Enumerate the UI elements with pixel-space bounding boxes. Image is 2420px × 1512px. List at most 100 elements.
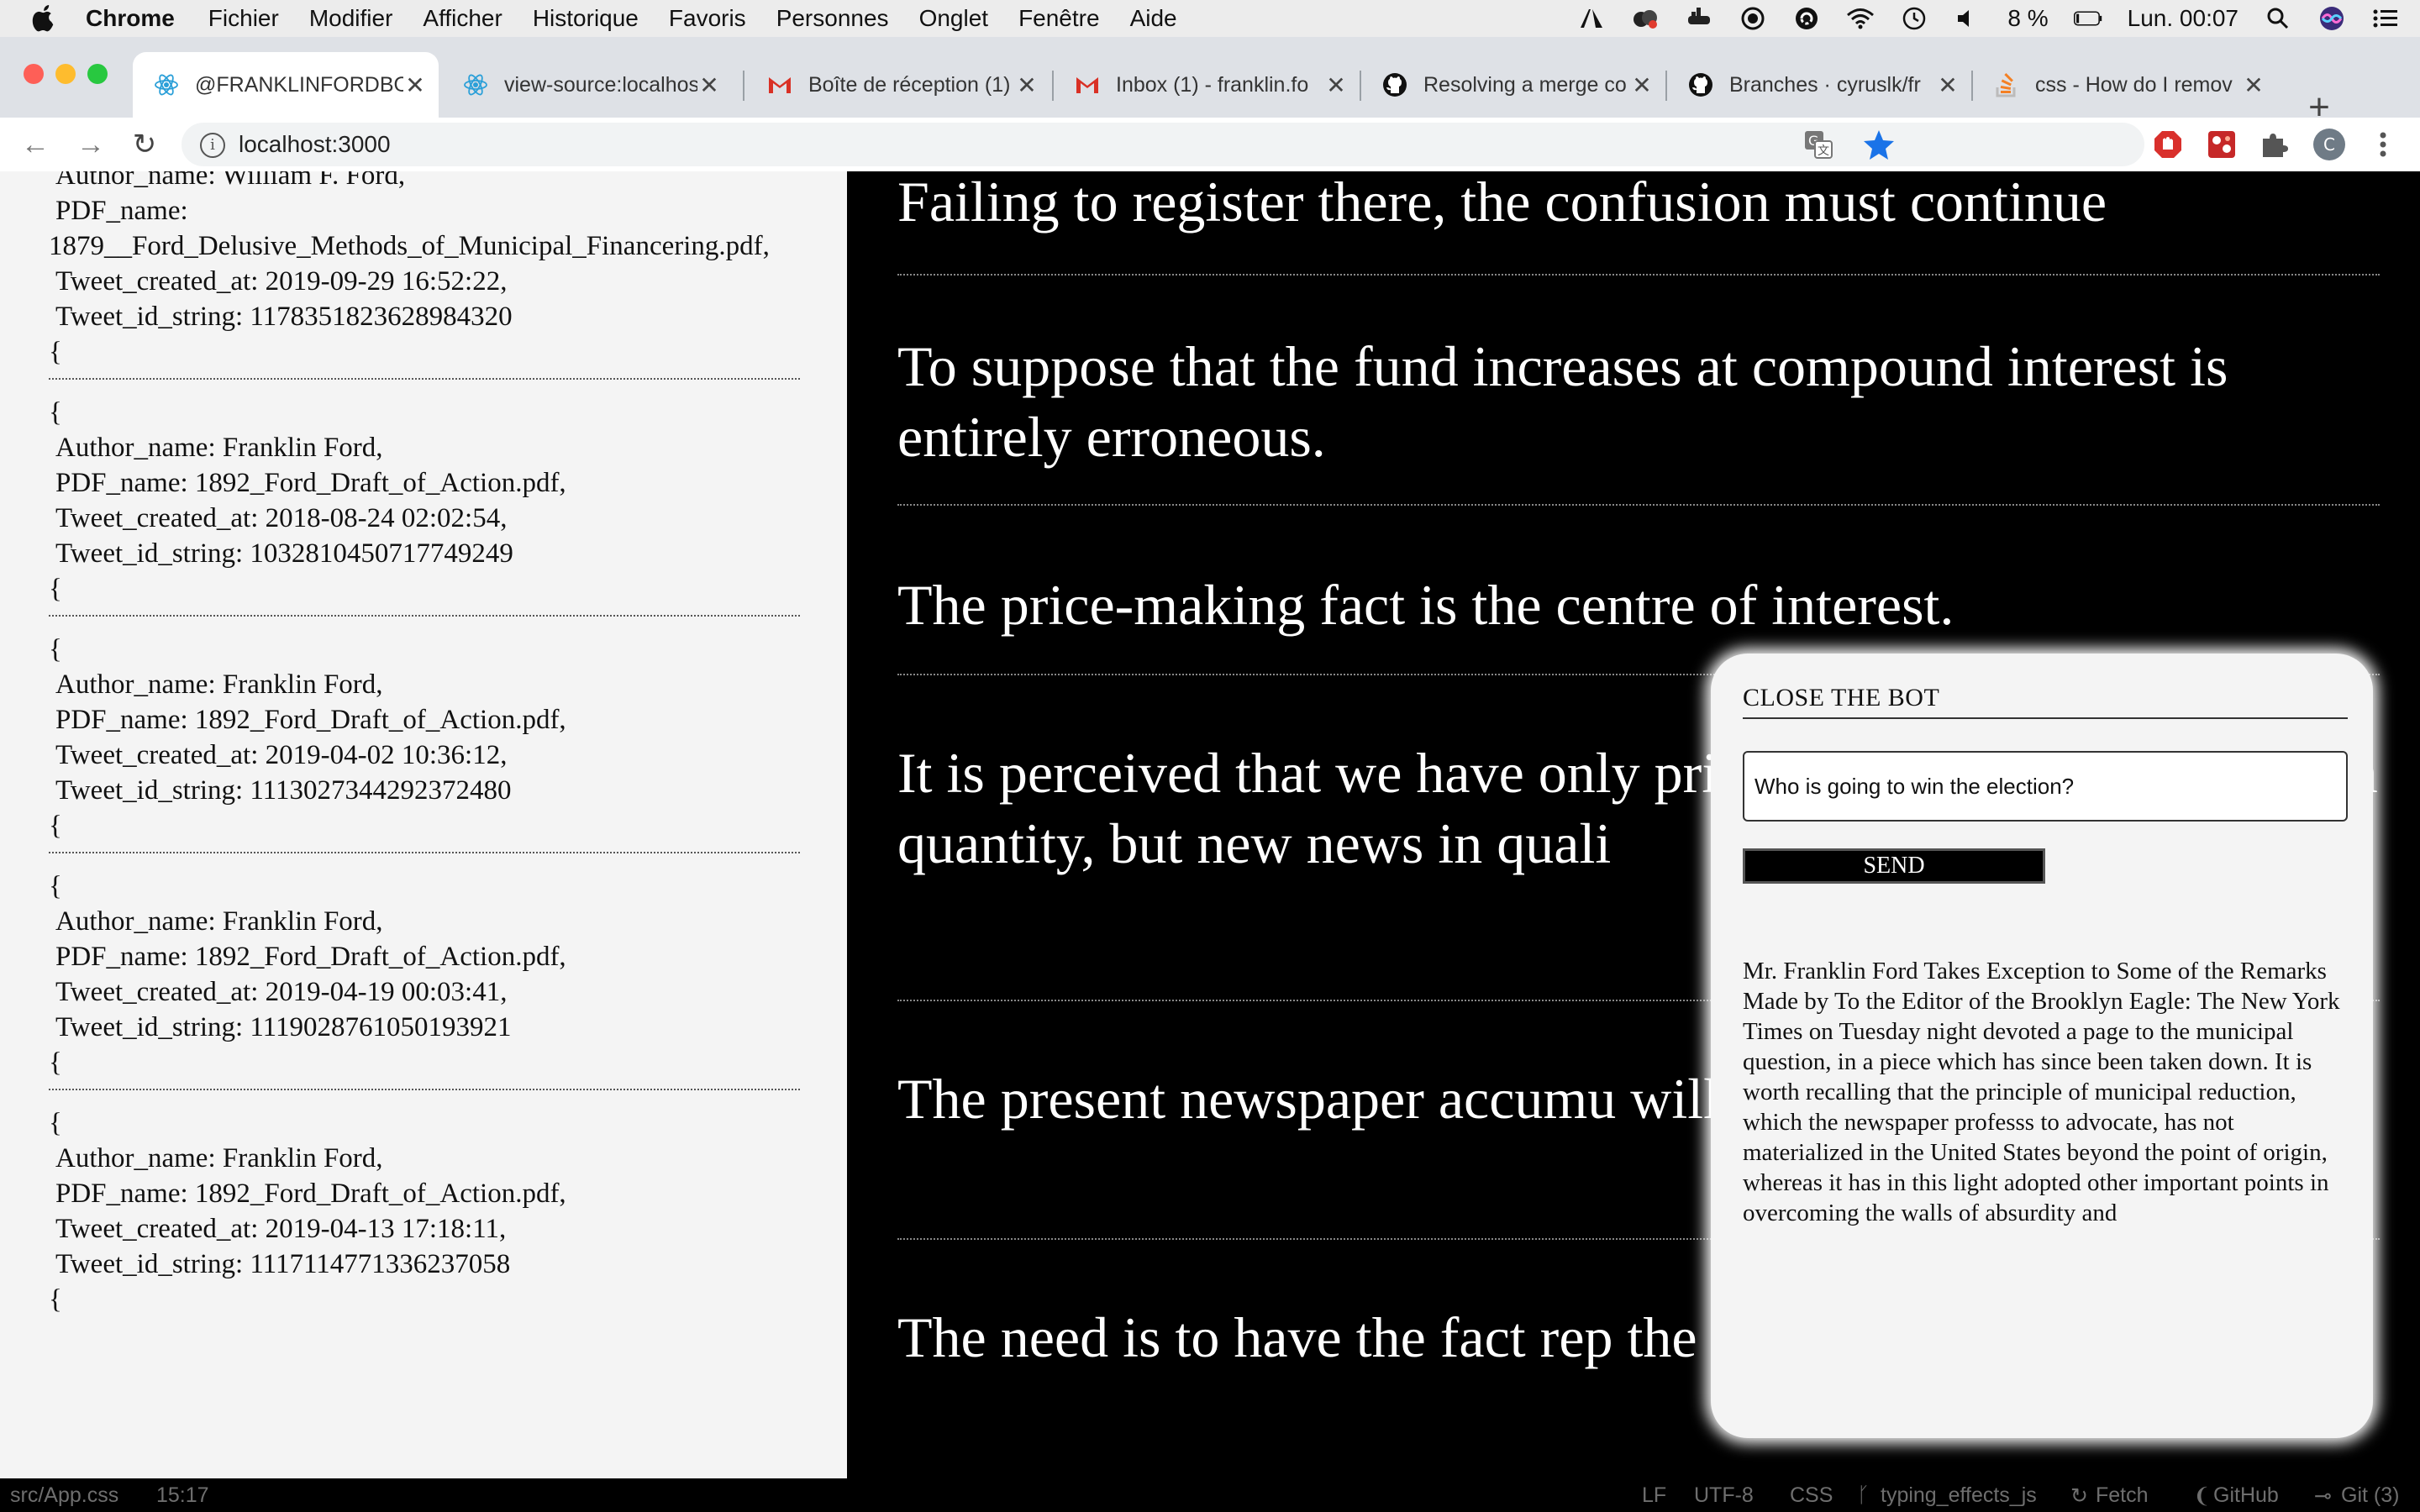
git-commit-icon: ⊸ bbox=[2314, 1484, 2332, 1508]
wifi-icon[interactable] bbox=[1846, 6, 1875, 31]
record-open-brace: { bbox=[49, 397, 62, 428]
tweet-record: Author_name: William F. Ford, PDF_name: … bbox=[49, 171, 800, 380]
menu-favoris[interactable]: Favoris bbox=[669, 5, 746, 32]
tab-gmail-inbox[interactable]: Inbox (1) - franklin.fo ✕ bbox=[1054, 52, 1360, 118]
menu-afficher[interactable]: Afficher bbox=[423, 5, 502, 32]
adobe-icon[interactable] bbox=[1577, 6, 1606, 31]
editor-status-bar: src/App.css 15:17 LF UTF-8 CSS ᚴ typing_… bbox=[0, 1478, 2420, 1512]
tab-gmail-boite[interactable]: Boîte de réception (1) ✕ bbox=[746, 52, 1050, 118]
creative-cloud-icon[interactable] bbox=[1631, 6, 1660, 31]
record-open-brace: { bbox=[49, 871, 62, 901]
close-bot-button[interactable]: CLOSE THE BOT bbox=[1743, 684, 2348, 719]
profile-avatar[interactable]: C bbox=[2311, 126, 2348, 163]
tab-frankline-bot[interactable]: @FRANKLINFORDBOT ✕ bbox=[133, 52, 439, 118]
gmail-icon bbox=[1074, 71, 1101, 98]
docker-icon[interactable] bbox=[1685, 6, 1713, 31]
menu-onglet[interactable]: Onglet bbox=[919, 5, 989, 32]
menu-chrome[interactable]: Chrome bbox=[86, 5, 175, 32]
record-pdf: 1879__Ford_Delusive_Methods_of_Municipal… bbox=[49, 231, 770, 261]
svg-text:C: C bbox=[2323, 134, 2335, 155]
chrome-menu-icon[interactable] bbox=[2365, 126, 2402, 163]
status-eol[interactable]: LF bbox=[1642, 1483, 1666, 1508]
battery-icon[interactable] bbox=[2073, 6, 2102, 31]
status-encoding[interactable]: UTF-8 bbox=[1694, 1483, 1754, 1508]
tab-title: css - How do I remov bbox=[2035, 72, 2233, 97]
record-author: Author_name: William F. Ford, bbox=[55, 171, 406, 191]
adblock-icon[interactable] bbox=[2149, 126, 2186, 163]
menu-modifier[interactable]: Modifier bbox=[309, 5, 393, 32]
record-pdf-label: PDF_name: bbox=[55, 196, 188, 226]
close-tab-icon[interactable]: ✕ bbox=[403, 71, 427, 99]
record-open-brace: { bbox=[49, 1108, 62, 1138]
extensions-puzzle-icon[interactable] bbox=[2255, 126, 2292, 163]
git-branch-icon: ᚴ bbox=[1857, 1483, 1870, 1507]
quote-text: To suppose that the fund increases at co… bbox=[897, 331, 2380, 506]
chatbot-panel: CLOSE THE BOT Who is going to win the el… bbox=[1711, 654, 2373, 1438]
status-github[interactable]: GitHub bbox=[2213, 1483, 2279, 1508]
status-file[interactable]: src/App.css bbox=[10, 1483, 118, 1508]
record-brace: { bbox=[49, 337, 62, 367]
close-tab-icon[interactable]: ✕ bbox=[2242, 71, 2265, 99]
record-icon[interactable] bbox=[1739, 6, 1767, 31]
forward-arrow-icon[interactable]: → bbox=[74, 128, 108, 161]
menu-historique[interactable]: Historique bbox=[533, 5, 639, 32]
tab-github-branches[interactable]: Branches · cyruslk/fr ✕ bbox=[1667, 52, 1971, 118]
record-id: Tweet_id_string: 1032810450717749249 bbox=[55, 538, 513, 569]
siri-icon[interactable] bbox=[2317, 6, 2346, 31]
address-bar[interactable]: i localhost:3000 G文 bbox=[182, 123, 2144, 166]
close-tab-icon[interactable]: ✕ bbox=[697, 71, 721, 99]
menu-extras: 8 % Lun. 00:07 bbox=[1577, 0, 2400, 37]
apple-icon[interactable] bbox=[32, 5, 57, 32]
back-arrow-icon[interactable]: ← bbox=[18, 128, 52, 161]
record-author: Author_name: Franklin Ford, bbox=[55, 906, 383, 937]
close-tab-icon[interactable]: ✕ bbox=[1015, 71, 1039, 99]
status-cursor-position[interactable]: 15:17 bbox=[156, 1483, 209, 1508]
close-tab-icon[interactable]: ✕ bbox=[1936, 71, 1960, 99]
menu-fichier[interactable]: Fichier bbox=[208, 5, 279, 32]
record-created: Tweet_created_at: 2018-08-24 02:02:54, bbox=[55, 503, 508, 533]
volume-icon[interactable] bbox=[1954, 6, 1982, 31]
clock[interactable]: Lun. 00:07 bbox=[2128, 5, 2238, 32]
menu-fenetre[interactable]: Fenêtre bbox=[1018, 5, 1100, 32]
tab-title: Inbox (1) - franklin.fo bbox=[1116, 72, 1309, 97]
status-fetch[interactable]: Fetch bbox=[2096, 1483, 2149, 1508]
minimize-window-button[interactable] bbox=[55, 64, 76, 84]
tab-github-merge[interactable]: Resolving a merge co ✕ bbox=[1361, 52, 1665, 118]
translate-icon[interactable]: G文 bbox=[1803, 129, 1833, 164]
record-created: Tweet_created_at: 2019-04-13 17:18:11, bbox=[55, 1214, 507, 1244]
send-button[interactable]: SEND bbox=[1743, 848, 2045, 884]
tab-view-source[interactable]: view-source:localhost ✕ bbox=[442, 52, 733, 118]
status-language[interactable]: CSS bbox=[1790, 1483, 1833, 1508]
menu-aide[interactable]: Aide bbox=[1130, 5, 1177, 32]
close-tab-icon[interactable]: ✕ bbox=[1630, 71, 1654, 99]
record-id: Tweet_id_string: 1113027344292372480 bbox=[55, 775, 512, 806]
menu-personnes[interactable]: Personnes bbox=[776, 5, 889, 32]
tweet-log-panel[interactable]: Author_name: William F. Ford, PDF_name: … bbox=[0, 171, 847, 1478]
record-author: Author_name: Franklin Ford, bbox=[55, 669, 383, 700]
status-git[interactable]: Git (3) bbox=[2341, 1483, 2399, 1508]
extension-red-icon[interactable] bbox=[2203, 126, 2240, 163]
time-machine-icon[interactable] bbox=[1900, 6, 1928, 31]
spotlight-search-icon[interactable] bbox=[2264, 6, 2292, 31]
bookmark-star-icon[interactable] bbox=[1862, 128, 1896, 165]
url-text[interactable]: localhost:3000 bbox=[239, 131, 391, 158]
record-created: Tweet_created_at: 2019-09-29 16:52:22, bbox=[55, 266, 508, 297]
record-pdf: PDF_name: 1892_Ford_Draft_of_Action.pdf, bbox=[55, 705, 566, 735]
close-tab-icon[interactable]: ✕ bbox=[1324, 71, 1348, 99]
github-icon bbox=[1687, 71, 1714, 98]
tab-title: @FRANKLINFORDBOT bbox=[195, 72, 403, 97]
zoom-window-button[interactable] bbox=[87, 64, 108, 84]
sync-icon[interactable] bbox=[1792, 6, 1821, 31]
reload-icon[interactable]: ↻ bbox=[128, 128, 161, 161]
tab-stackoverflow[interactable]: css - How do I remov ✕ bbox=[1973, 52, 2277, 118]
close-window-button[interactable] bbox=[24, 64, 44, 84]
stackoverflow-icon bbox=[1993, 71, 2020, 98]
bot-question-input[interactable]: Who is going to win the election? bbox=[1743, 751, 2348, 822]
tweet-record: { Author_name: Franklin Ford, PDF_name: … bbox=[49, 853, 800, 1090]
site-info-icon[interactable]: i bbox=[200, 133, 225, 158]
github-status-icon: ❨ bbox=[2193, 1484, 2211, 1508]
record-brace: { bbox=[49, 1047, 62, 1078]
react-icon bbox=[153, 71, 180, 98]
notification-center-icon[interactable] bbox=[2371, 6, 2400, 31]
status-branch[interactable]: typing_effects_js bbox=[1881, 1483, 2037, 1508]
